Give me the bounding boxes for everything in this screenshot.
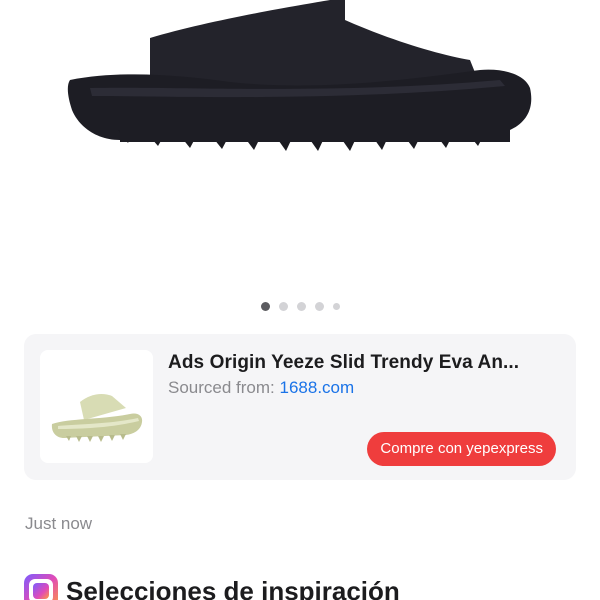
source-line: Sourced from: 1688.com [168,378,354,398]
message-timestamp: Just now [25,514,93,533]
product-message-view: Ads Origin Yeeze Slid Trendy Eva An... S… [0,0,600,600]
product-title[interactable]: Ads Origin Yeeze Slid Trendy Eva An... [168,352,568,374]
inspiration-section-header: Selecciones de inspiración [24,574,400,600]
green-slide-sandal-thumbnail [51,394,143,442]
carousel-dot[interactable] [332,303,340,310]
buy-with-yepexpress-button[interactable]: Compre con yepexpress [367,432,556,466]
carousel-indicator[interactable] [0,302,600,311]
product-thumbnail[interactable] [40,350,153,463]
carousel-dot[interactable] [278,302,288,311]
black-slide-sandal-image [67,0,532,151]
carousel-dot[interactable] [314,302,324,311]
product-card[interactable]: Ads Origin Yeeze Slid Trendy Eva An... S… [24,334,576,480]
carousel-dot-active[interactable] [260,302,270,311]
section-title: Selecciones de inspiración [66,576,400,600]
inspiration-app-icon [24,574,58,600]
source-link[interactable]: 1688.com [280,378,355,397]
hero-product-image[interactable] [0,0,600,290]
sourced-from-label: Sourced from: [168,378,275,397]
carousel-dot[interactable] [296,302,306,311]
